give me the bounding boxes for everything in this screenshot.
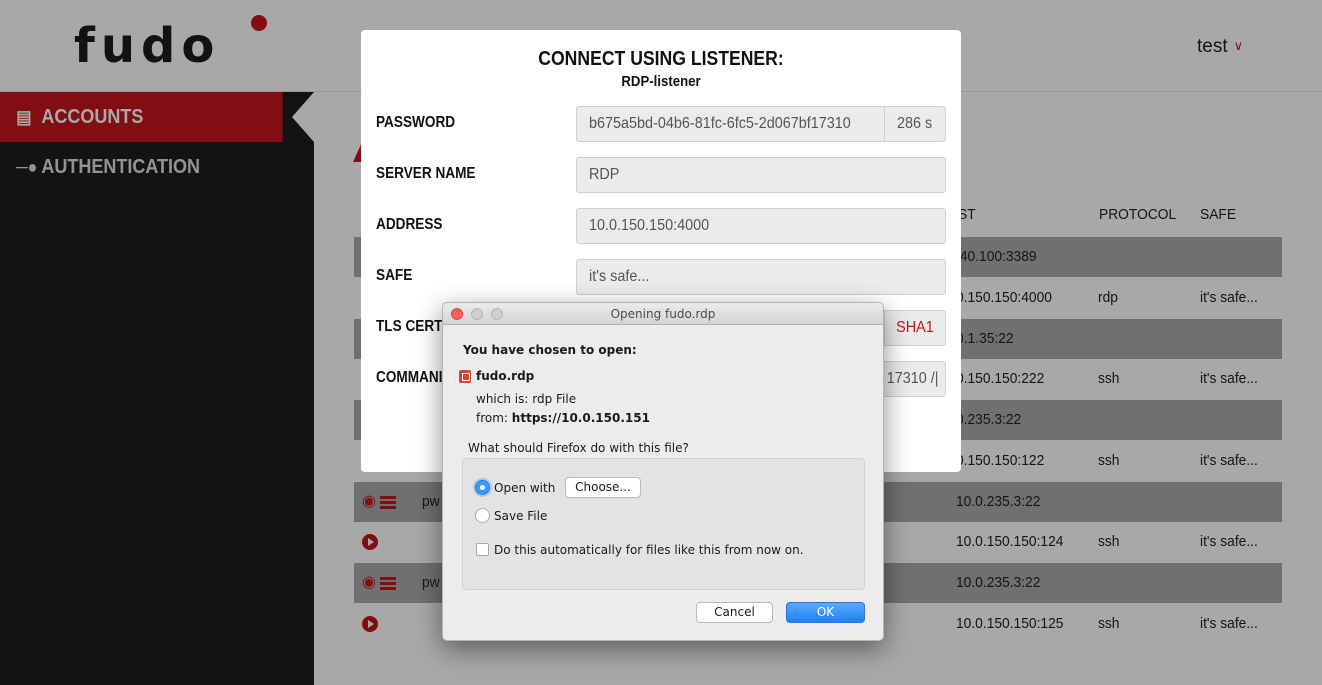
which-is-value: rdp File	[532, 392, 577, 406]
save-file-radio[interactable]	[475, 508, 490, 523]
address-field[interactable]: 10.0.150.150:4000	[576, 208, 946, 244]
address-value: 10.0.150.150:4000	[589, 217, 710, 234]
auto-action-label[interactable]: Do this automatically for files like thi…	[494, 543, 804, 557]
tls-cert-label: TLS CERTI	[376, 318, 447, 335]
open-with-radio[interactable]	[475, 480, 490, 495]
file-type-row: which is: rdp File	[476, 392, 576, 406]
password-timer: 286 s	[884, 107, 945, 141]
from-value: https://10.0.150.151	[511, 411, 650, 425]
server-name-field[interactable]: RDP	[576, 157, 946, 193]
open-with-label[interactable]: Open with	[494, 481, 555, 495]
safe-value: it's safe...	[589, 268, 650, 285]
safe-label: SAFE	[376, 267, 413, 284]
server-name-value: RDP	[589, 166, 620, 183]
from-label: from:	[476, 411, 508, 425]
modal-subtitle: RDP-listener	[621, 73, 701, 90]
ok-button[interactable]: OK	[786, 602, 865, 623]
choose-app-button[interactable]: Choose...	[565, 477, 641, 498]
file-source-row: from: https://10.0.150.151	[476, 411, 650, 425]
address-label: ADDRESS	[376, 216, 443, 233]
tls-cert-hash-type: SHA1	[884, 311, 945, 345]
action-question: What should Firefox do with this file?	[468, 441, 689, 455]
dialog-titlebar[interactable]: Opening fudo.rdp	[443, 303, 883, 325]
command-value: 17310 /|	[887, 370, 939, 387]
dialog-title: Opening fudo.rdp	[610, 307, 716, 321]
which-is-label: which is:	[476, 392, 529, 406]
auto-action-checkbox[interactable]	[476, 543, 489, 556]
modal-title: CONNECT USING LISTENER:	[538, 48, 784, 70]
password-value: b675a5bd-04b6-81fc-6fc5-2d067bf17310	[589, 115, 851, 132]
server-name-label: SERVER NAME	[376, 165, 476, 182]
cancel-button[interactable]: Cancel	[696, 602, 773, 623]
firefox-download-dialog: Opening fudo.rdp You have chosen to open…	[442, 302, 884, 641]
safe-field[interactable]: it's safe...	[576, 259, 946, 295]
save-file-label[interactable]: Save File	[494, 509, 547, 523]
dialog-heading: You have chosen to open:	[463, 343, 637, 357]
action-options-group	[462, 458, 865, 590]
file-name: fudo.rdp	[476, 369, 535, 383]
password-label: PASSWORD	[376, 114, 456, 131]
password-field[interactable]: b675a5bd-04b6-81fc-6fc5-2d067bf17310 286…	[576, 106, 946, 142]
rdp-file-icon	[459, 370, 471, 383]
command-label: COMMANI	[376, 369, 443, 386]
